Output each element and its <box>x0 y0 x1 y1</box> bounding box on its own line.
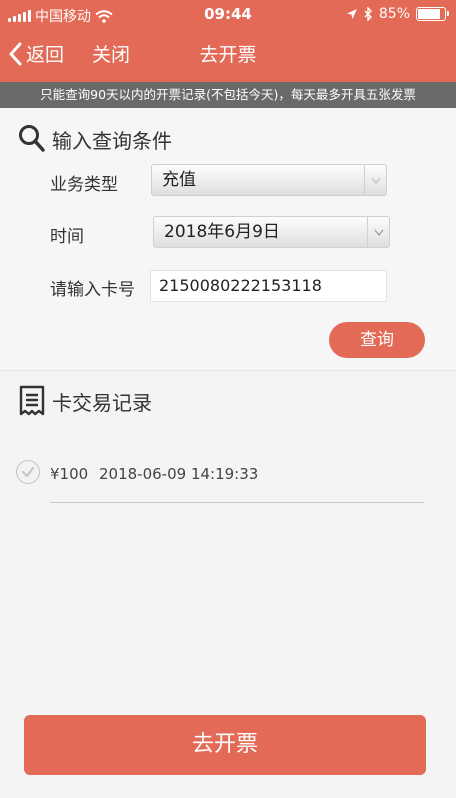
issue-invoice-button[interactable]: 去开票 <box>24 715 426 775</box>
location-icon <box>346 9 357 19</box>
business-type-select[interactable]: 充值 <box>151 164 387 196</box>
navigation-bar: 返回 关闭 去开票 <box>0 28 456 78</box>
records-section-title: 卡交易记录 <box>52 390 152 415</box>
record-amount: ¥100 <box>50 465 89 483</box>
record-checkbox[interactable] <box>16 460 40 484</box>
search-icon <box>19 125 45 152</box>
notice-banner: 只能查询90天以内的开票记录(不包括今天)，每天最多开具五张发票 <box>0 82 456 108</box>
record-time: 2018-06-09 14:19:33 <box>99 465 259 483</box>
date-value: 2018年6月9日 <box>164 222 280 242</box>
battery-icon <box>416 7 449 21</box>
query-section-title: 输入查询条件 <box>52 128 172 153</box>
section-divider <box>0 370 456 371</box>
battery-percent: 85% <box>378 6 410 22</box>
check-icon <box>16 460 40 484</box>
date-select[interactable]: 2018年6月9日 <box>153 216 390 248</box>
chevron-down-icon <box>364 165 386 195</box>
query-button[interactable]: 查询 <box>329 322 425 358</box>
query-section-header: 输入查询条件 <box>18 124 172 154</box>
records-section-header: 卡交易记录 <box>18 385 152 417</box>
business-type-value: 充值 <box>162 170 196 190</box>
card-number-label: 请输入卡号 <box>50 280 135 300</box>
card-number-input[interactable]: 2150080222153118 <box>150 270 387 302</box>
business-type-label: 业务类型 <box>50 175 118 195</box>
status-bar: 中国移动 09:44 85% <box>0 0 456 28</box>
chevron-down-icon <box>367 217 389 247</box>
time-label: 时间 <box>50 227 84 247</box>
record-divider <box>50 502 424 503</box>
bluetooth-icon <box>364 7 372 21</box>
page-title: 去开票 <box>199 44 257 66</box>
receipt-icon <box>19 385 45 416</box>
